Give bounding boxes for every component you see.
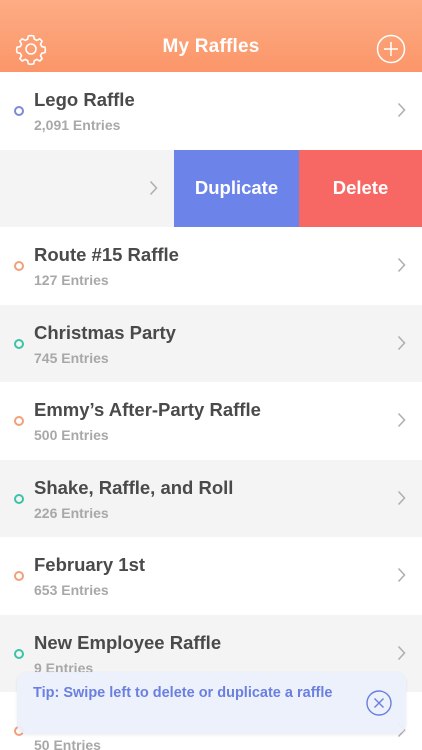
page-title: My Raffles [162, 36, 260, 57]
delete-button[interactable]: Delete [299, 149, 422, 227]
raffle-name: Lego Raffle [34, 89, 135, 110]
list-item[interactable]: Shake, Raffle, and Roll 226 Entries [0, 459, 422, 537]
status-dot [14, 261, 24, 271]
chevron-right-icon [397, 567, 406, 583]
status-dot [14, 493, 24, 504]
raffle-list: Lego Raffle 2,091 Entries Duplicate Dele… [0, 72, 422, 750]
status-dot [14, 416, 24, 426]
tip-text: Tip: Swipe left to delete or duplicate a… [33, 685, 333, 701]
app-header: My Raffles [0, 0, 422, 72]
chevron-right-icon [397, 102, 406, 118]
chevron-right-icon [397, 257, 406, 273]
raffle-entries: 226 Entries [34, 504, 109, 521]
list-item[interactable]: Emmy’s After-Party Raffle 500 Entries [0, 382, 422, 460]
close-circle-icon[interactable] [366, 690, 392, 716]
raffle-name: Shake, Raffle, and Roll [34, 476, 234, 498]
list-item[interactable]: February 1st 653 Entries [0, 537, 422, 615]
raffle-entries: 2,091 Entries [34, 117, 121, 133]
chevron-right-icon [397, 335, 406, 350]
raffle-entries: 50 Entries [34, 737, 101, 750]
raffle-name: February 1st [34, 554, 146, 575]
list-item[interactable]: Lego Raffle 2,091 Entries [0, 72, 422, 150]
status-dot [14, 571, 24, 581]
raffle-entries: 500 Entries [34, 427, 109, 443]
status-dot [14, 338, 24, 349]
list-item[interactable]: Christmas Party 745 Entries [0, 304, 422, 382]
raffle-entries: 653 Entries [34, 582, 109, 598]
swiped-list-item[interactable]: Duplicate Delete [0, 149, 422, 227]
raffle-name: Route #15 Raffle [34, 244, 179, 265]
chevron-right-icon [397, 412, 406, 428]
chevron-right-icon [149, 180, 158, 195]
list-item[interactable]: Route #15 Raffle 127 Entries [0, 227, 422, 305]
raffle-name: Emmy’s After-Party Raffle [34, 399, 261, 420]
raffle-name: New Employee Raffle [34, 631, 222, 653]
raffle-entries: 745 Entries [34, 349, 109, 366]
status-dot [14, 648, 24, 659]
duplicate-button[interactable]: Duplicate [174, 149, 299, 227]
tip-banner: Tip: Swipe left to delete or duplicate a… [17, 672, 406, 734]
raffle-name: Christmas Party [34, 321, 176, 343]
chevron-right-icon [397, 645, 406, 660]
status-dot [14, 106, 24, 116]
plus-circle-icon[interactable] [376, 34, 406, 64]
raffle-entries: 127 Entries [34, 272, 109, 288]
chevron-right-icon [397, 490, 406, 505]
